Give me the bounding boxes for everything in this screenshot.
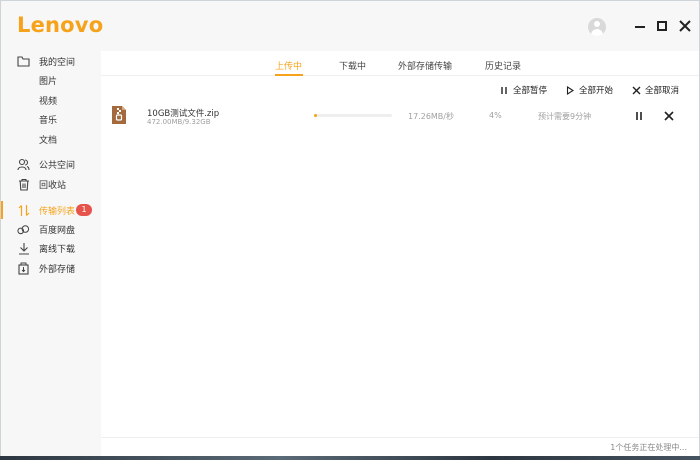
tab-downloading[interactable]: 下载中	[339, 59, 366, 72]
sidebar-item-label: 百度网盘	[39, 225, 76, 236]
pause-all-button[interactable]: 全部暂停	[499, 84, 547, 96]
play-icon	[565, 85, 575, 95]
count-badge: 1	[76, 204, 92, 216]
zip-file-icon	[112, 106, 126, 124]
transfer-speed: 17.26MB/秒	[408, 112, 454, 121]
sidebar-item-baidu-pan[interactable]: 百度网盘	[1, 219, 101, 239]
main-panel: 上传中 下载中 外部存储传输 历史记录 全部暂停 全部开始 全部取消 10GB测…	[101, 51, 699, 456]
transfer-row[interactable]: 10GB测试文件.zip 472.00MB/9.32GB 17.26MB/秒 4…	[101, 103, 699, 133]
sidebar-item-documents[interactable]: 文档	[1, 129, 101, 149]
start-all-label: 全部开始	[579, 86, 614, 96]
sidebar-item-label: 传输列表	[39, 206, 76, 217]
tab-history[interactable]: 历史记录	[485, 59, 521, 72]
sidebar: 我的空间 图片 视频 音乐 文档 公共空间 回收站 传输列表 1 百度网盘 离线…	[1, 51, 101, 456]
pause-icon	[499, 85, 509, 95]
users-icon	[17, 158, 30, 171]
download-icon	[17, 242, 30, 255]
lenovo-logo: Lenovo	[17, 13, 104, 37]
close-icon[interactable]	[678, 19, 692, 33]
maximize-icon[interactable]	[655, 19, 669, 33]
tab-active-underline	[275, 74, 303, 76]
sidebar-item-my-space[interactable]: 我的空间	[1, 51, 101, 71]
sidebar-item-label: 音乐	[39, 115, 58, 126]
sidebar-item-label: 文档	[39, 135, 58, 146]
status-text: 1个任务正在处理中...	[610, 443, 687, 452]
tab-uploading[interactable]: 上传中	[275, 59, 302, 72]
sidebar-item-offline-download[interactable]: 离线下载	[1, 238, 101, 258]
pause-all-label: 全部暂停	[513, 86, 548, 96]
transfer-icon	[17, 204, 30, 217]
sidebar-item-label: 公共空间	[39, 160, 76, 171]
sidebar-item-label: 离线下载	[39, 244, 76, 255]
sidebar-item-transfer-list[interactable]: 传输列表 1	[1, 200, 101, 220]
sidebar-item-external-storage[interactable]: 外部存储	[1, 258, 101, 278]
progress-bar	[314, 114, 392, 117]
avatar[interactable]	[588, 18, 606, 36]
sidebar-item-label: 视频	[39, 96, 58, 107]
transfer-eta: 预计需要9分钟	[538, 112, 592, 121]
sidebar-item-label: 图片	[39, 76, 58, 87]
start-all-button[interactable]: 全部开始	[565, 84, 613, 96]
external-storage-icon	[17, 262, 30, 275]
progress-fill	[314, 114, 318, 117]
tab-external-storage-transfer[interactable]: 外部存储传输	[398, 59, 452, 72]
app-window: Lenovo 我的空间 图片 视频 音乐 文档 公共空间 回收站 传输列表 1 …	[0, 0, 700, 456]
sidebar-item-pictures[interactable]: 图片	[1, 70, 101, 90]
sidebar-item-label: 回收站	[39, 180, 67, 191]
folder-icon	[17, 55, 30, 68]
sidebar-item-public-space[interactable]: 公共空间	[1, 154, 101, 174]
cancel-all-button[interactable]: 全部取消	[631, 84, 679, 96]
status-bar: 1个任务正在处理中...	[101, 437, 699, 456]
pause-icon[interactable]	[633, 110, 645, 122]
tab-bar: 上传中 下载中 外部存储传输 历史记录	[101, 51, 699, 76]
trash-icon	[17, 178, 30, 191]
file-size: 472.00MB/9.32GB	[147, 118, 211, 126]
minimize-icon[interactable]	[633, 19, 647, 33]
close-icon	[631, 85, 641, 95]
cancel-icon[interactable]	[663, 110, 675, 122]
sidebar-item-label: 我的空间	[39, 57, 76, 68]
sidebar-item-videos[interactable]: 视频	[1, 90, 101, 110]
sidebar-item-trash[interactable]: 回收站	[1, 174, 101, 194]
sidebar-item-label: 外部存储	[39, 264, 76, 275]
desktop-background	[0, 456, 700, 460]
cancel-all-label: 全部取消	[645, 86, 680, 96]
title-bar: Lenovo	[1, 1, 699, 51]
sidebar-item-music[interactable]: 音乐	[1, 109, 101, 129]
baidu-icon	[17, 223, 30, 236]
transfer-percent: 4%	[489, 111, 502, 120]
